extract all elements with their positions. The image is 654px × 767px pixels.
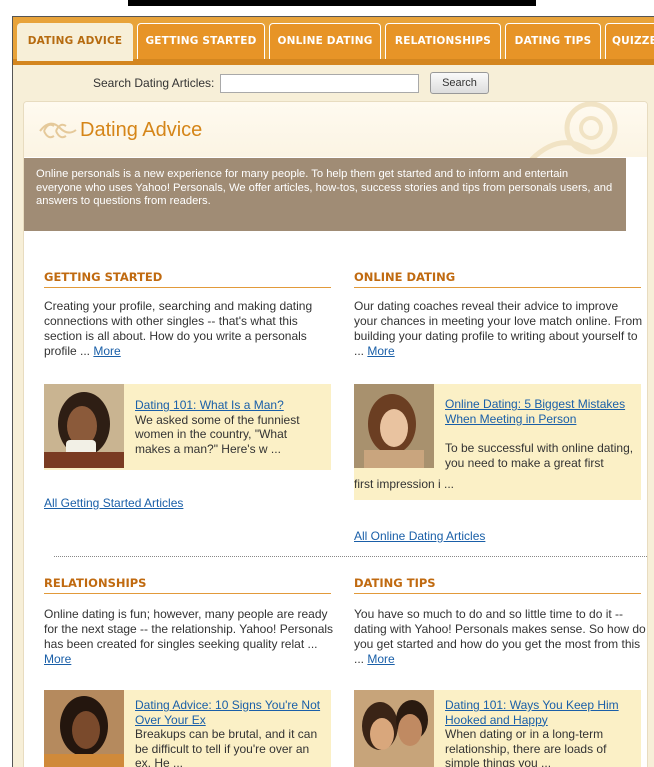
feature-link[interactable]: Dating Advice: 10 Signs You're Not Over … — [135, 698, 325, 727]
feature-getting-started: Dating 101: What Is a Man? We asked some… — [44, 384, 331, 470]
section-divider — [54, 556, 647, 557]
search-input[interactable] — [220, 74, 419, 93]
feature-online-dating: Online Dating: 5 Biggest Mistakes When M… — [354, 384, 641, 500]
tab-bar: DATING ADVICE GETTING STARTED ONLINE DAT… — [13, 17, 654, 65]
section-heading-relationships: RELATIONSHIPS — [44, 576, 331, 594]
tab-dating-advice[interactable]: DATING ADVICE — [17, 23, 133, 61]
tab-relationships[interactable]: RELATIONSHIPS — [385, 23, 501, 59]
feature-dating-tips: Dating 101: Ways You Keep Him Hooked and… — [354, 690, 641, 767]
feature-link[interactable]: Dating 101: Ways You Keep Him Hooked and… — [445, 698, 641, 727]
more-link[interactable]: More — [367, 344, 394, 358]
feature-link[interactable]: Dating 101: What Is a Man? — [135, 398, 325, 413]
section-text-dating-tips: You have so much to do and so little tim… — [354, 607, 646, 666]
search-label: Search Dating Articles: — [93, 76, 215, 90]
feature-text: When dating or in a long-term relationsh… — [445, 727, 607, 767]
tab-dating-tips[interactable]: DATING TIPS — [505, 23, 601, 59]
all-online-dating-link[interactable]: All Online Dating Articles — [354, 529, 485, 543]
tab-getting-started[interactable]: GETTING STARTED — [137, 23, 265, 59]
tab-online-dating[interactable]: ONLINE DATING — [269, 23, 381, 59]
content-panel: Dating Advice Online personals is a new … — [23, 101, 648, 767]
feature-text-overflow: first impression i ... — [354, 477, 455, 491]
section-heading-online-dating: ONLINE DATING — [354, 270, 641, 288]
feature-text: To be successful with online dating, you… — [445, 441, 634, 470]
content-header: Dating Advice — [24, 102, 647, 162]
top-black-strip — [128, 0, 536, 6]
search-row: Search Dating Articles: Search — [13, 65, 654, 103]
section-text-online-dating: Our dating coaches reveal their advice t… — [354, 299, 643, 358]
feature-image[interactable] — [354, 384, 434, 468]
page-title: Dating Advice — [80, 119, 203, 141]
feature-text: We asked some of the funniest women in t… — [135, 412, 300, 456]
feature-link[interactable]: Online Dating: 5 Biggest Mistakes When M… — [445, 397, 635, 426]
feature-relationships: Dating Advice: 10 Signs You're Not Over … — [44, 690, 331, 767]
more-link[interactable]: More — [93, 344, 120, 358]
page-frame: DATING ADVICE GETTING STARTED ONLINE DAT… — [12, 16, 654, 767]
intro-box: Online personals is a new experience for… — [24, 158, 626, 231]
section-heading-getting-started: GETTING STARTED — [44, 270, 331, 288]
section-heading-dating-tips: DATING TIPS — [354, 576, 641, 594]
more-link[interactable]: More — [367, 652, 394, 666]
feature-text: Breakups can be brutal, and it can be di… — [135, 727, 318, 767]
section-text-getting-started: Creating your profile, searching and mak… — [44, 299, 313, 358]
feature-image[interactable] — [354, 690, 434, 767]
tab-quizzes[interactable]: QUIZZE — [605, 23, 654, 59]
search-button[interactable]: Search — [430, 72, 489, 94]
section-text-relationships: Online dating is fun; however, many peop… — [44, 607, 334, 666]
all-getting-started-link[interactable]: All Getting Started Articles — [44, 496, 183, 510]
feature-image[interactable] — [44, 384, 124, 468]
leaf-swirl-icon — [39, 122, 77, 139]
more-link[interactable]: More — [44, 652, 71, 666]
feature-image[interactable] — [44, 690, 124, 767]
